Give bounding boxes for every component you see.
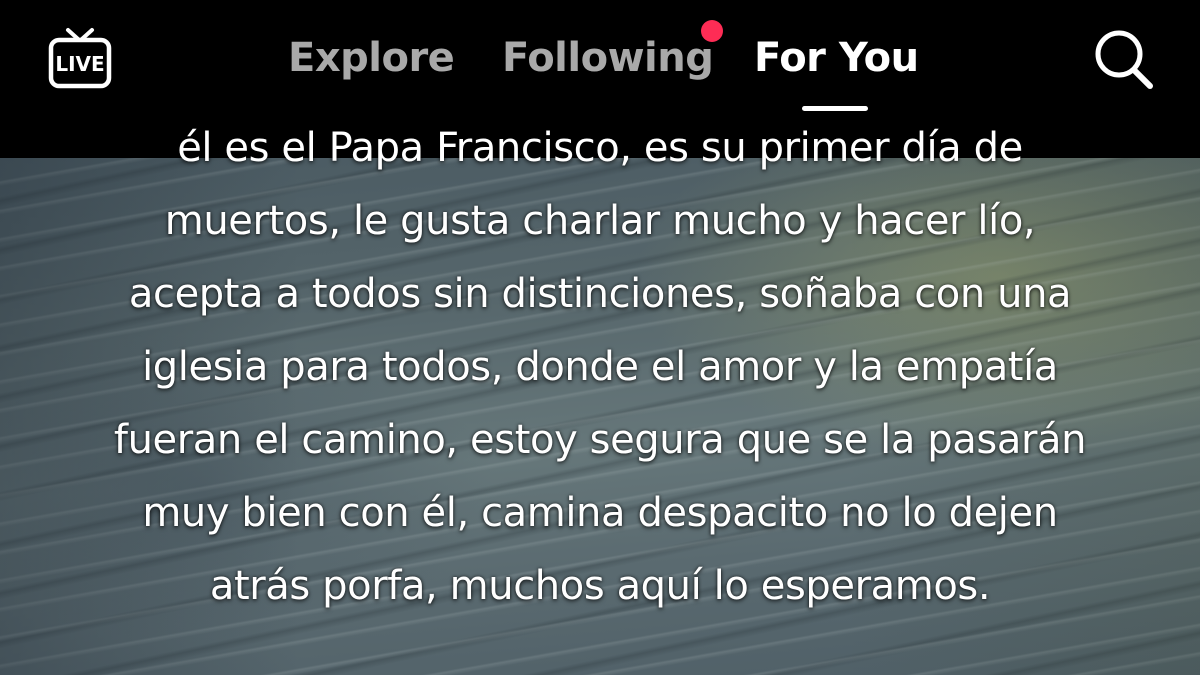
video-caption: él es el Papa Francisco, es su primer dí…	[40, 112, 1160, 623]
caption-line: muy bien con él, camina despacito no lo …	[142, 490, 1058, 536]
tab-explore[interactable]: Explore	[288, 30, 455, 86]
top-navigation-bar: LIVE Explore Following For You	[0, 0, 1200, 111]
caption-line: él es el Papa Francisco, es su primer dí…	[177, 125, 1023, 171]
search-icon	[1095, 30, 1153, 89]
caption-line: atrás porfa, muchos aquí lo esperamos.	[209, 563, 991, 609]
active-tab-indicator	[802, 106, 868, 111]
feed-tabs: Explore Following For You	[0, 30, 1200, 90]
tab-following[interactable]: Following	[502, 30, 714, 86]
search-button[interactable]	[1090, 26, 1156, 92]
following-notification-dot	[701, 20, 723, 42]
tab-for-you[interactable]: For You	[754, 30, 919, 86]
caption-line: fueran el camino, estoy segura que se la…	[113, 417, 1087, 463]
video-feed-screen: LIVE Explore Following For You él es el …	[0, 0, 1200, 675]
caption-line: muertos, le gusta charlar mucho y hacer …	[164, 198, 1036, 244]
caption-line: acepta a todos sin distinciones, soñaba …	[128, 271, 1072, 317]
caption-line: iglesia para todos, donde el amor y la e…	[142, 344, 1058, 390]
